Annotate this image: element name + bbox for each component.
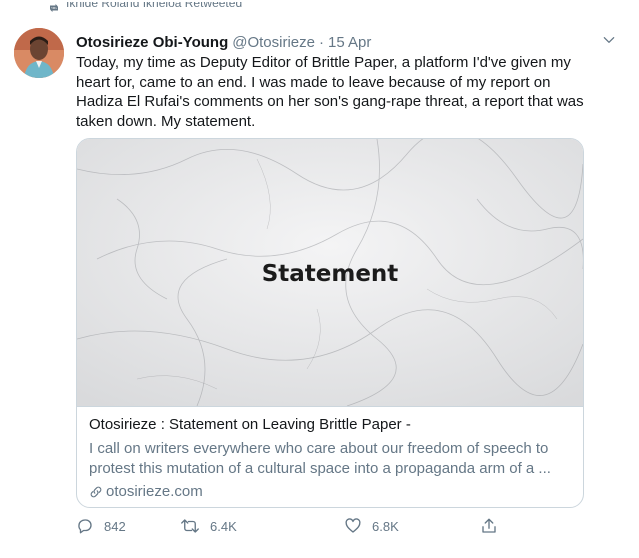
card-domain: otosirieze.com [89,482,573,502]
retweet-button[interactable]: 6.4K [180,517,237,535]
card-description: I call on writers everywhere who care ab… [89,440,551,477]
retweet-context-text: Ikhide Roland Ikheloa Retweeted [66,2,243,10]
heart-icon [345,518,361,533]
card-image-caption: Statement [261,261,399,287]
card-image: Statement [77,139,583,407]
tweet-header: Otosirieze Obi-Young @Otosirieze · 15 Ap… [76,32,619,52]
reply-button[interactable]: 842 [76,517,126,535]
separator-dot: · [318,33,324,51]
author-display-name[interactable]: Otosirieze Obi-Young [76,34,228,51]
chevron-down-icon[interactable] [599,30,619,50]
retweet-icon [48,2,60,15]
tweet-date[interactable]: 15 Apr [328,34,371,51]
link-icon [89,485,103,499]
like-count: 6.8K [372,518,399,534]
author-handle[interactable]: @Otosirieze [232,34,315,51]
avatar[interactable] [14,28,64,78]
tweet-text: Today, my time as Deputy Editor of Britt… [76,54,584,130]
retweet-context[interactable]: Ikhide Roland Ikheloa Retweeted [48,2,242,18]
link-card[interactable]: Statement Otosirieze : Statement on Leav… [76,138,584,508]
card-domain-text: otosirieze.com [106,483,203,500]
reply-icon [78,519,92,534]
card-title: Otosirieze : Statement on Leaving Brittl… [89,416,411,433]
share-button[interactable] [480,517,508,535]
tweet-actions: 842 6.4K 6.8K [76,514,516,538]
card-body: Otosirieze : Statement on Leaving Brittl… [89,415,573,502]
retweet-count: 6.4K [210,518,237,534]
like-button[interactable]: 6.8K [344,517,399,535]
reply-count: 842 [104,518,126,534]
retweet-action-icon [181,519,199,533]
share-icon [482,518,496,533]
